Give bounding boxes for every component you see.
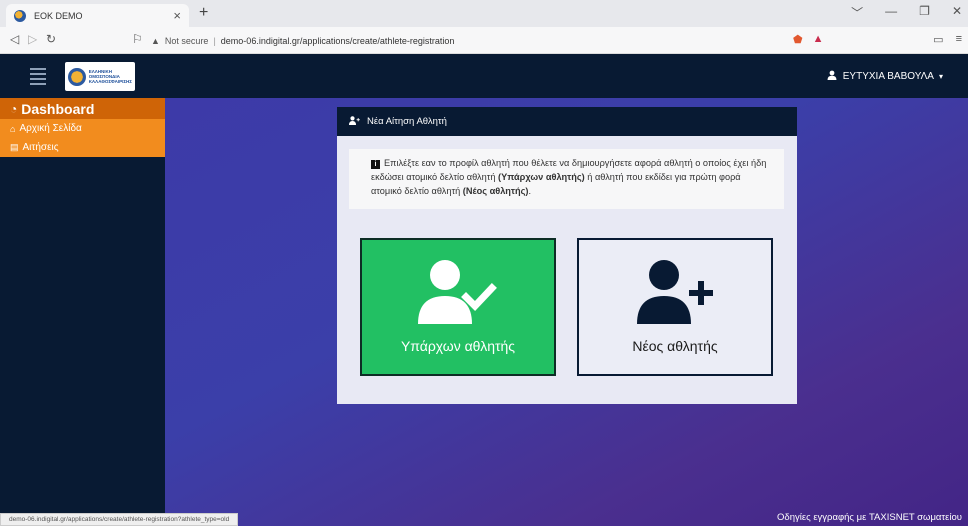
browser-right-icons: ▭ ≡ (933, 33, 962, 46)
browser-extension-icons: ⬟ ▲ (793, 33, 823, 46)
tab-close-icon[interactable]: × (173, 8, 181, 23)
browser-tab-strip: ΕΟΚ DEMO × + ﹀ — ❐ ✕ (0, 0, 968, 27)
card-title: Νέα Αίτηση Αθλητή (367, 116, 447, 127)
info-text-part: . (528, 186, 532, 196)
sidebar-item-label: Dashboard (21, 100, 95, 117)
wallet-icon[interactable]: ▭ (933, 33, 943, 46)
sidebar-item-label: Αιτήσεις (22, 142, 59, 153)
info-icon: i (371, 160, 380, 169)
main-content: Νέα Αίτηση Αθλητή i Επιλέξτε εαν το προφί… (165, 98, 968, 526)
menu-icon[interactable]: ≡ (956, 33, 962, 46)
new-application-card: Νέα Αίτηση Αθλητή i Επιλέξτε εαν το προφί… (337, 107, 797, 404)
address-bar[interactable]: ▲ Not secure | demo-06.indigital.gr/appl… (151, 31, 781, 50)
window-close-icon[interactable]: ✕ (952, 4, 962, 21)
forward-icon[interactable]: ▷ (28, 32, 37, 46)
browser-toolbar: ◁ ▷ ↻ ⚐ ▲ Not secure | demo-06.indigital… (0, 27, 968, 54)
new-athlete-label: Νέος αθλητής (632, 338, 718, 354)
user-name: ΕΥΤΥΧΙΑ ΒΑΒΟΥΛΑ (842, 71, 934, 82)
info-new-emphasis: (Νέος αθλητής) (462, 186, 529, 196)
user-plus-icon (637, 260, 713, 324)
existing-athlete-button[interactable]: Υπάρχων αθλητής (360, 238, 556, 376)
existing-athlete-label: Υπάρχων αθλητής (400, 338, 516, 354)
url-separator: | (213, 35, 216, 46)
card-header: Νέα Αίτηση Αθλητή (337, 107, 797, 136)
minimize-icon[interactable]: — (885, 4, 897, 21)
sidebar: ◔ Dashboard ⌂ Αρχική Σελίδα ▤ Αιτήσεις (0, 98, 165, 526)
home-icon: ⌂ (10, 123, 16, 134)
security-label: Not secure (164, 35, 209, 46)
federation-logo[interactable]: ΕΛΛΗΝΙΚΗ ΟΜΟΣΠΟΝΔΙΑ ΚΑΛΑΘΟΣΦΑΙΡΙΣΗΣ (65, 62, 135, 91)
status-bar-url: demo-06.indigital.gr/applications/create… (0, 513, 239, 526)
sidebar-item-dashboard[interactable]: ◔ Dashboard (0, 98, 165, 119)
sidebar-item-home[interactable]: ⌂ Αρχική Σελίδα (0, 119, 165, 138)
bookmark-icon[interactable]: ⚐ (132, 32, 143, 46)
tab-search-icon[interactable]: ﹀ (851, 4, 863, 21)
restore-icon[interactable]: ❐ (919, 4, 930, 21)
back-icon[interactable]: ◁ (10, 32, 19, 46)
document-icon: ▤ (10, 142, 19, 152)
logo-text: ΕΛΛΗΝΙΚΗ ΟΜΟΣΠΟΝΔΙΑ ΚΑΛΑΘΟΣΦΑΙΡΙΣΗΣ (88, 69, 132, 84)
chevron-down-icon: ▾ (938, 72, 943, 81)
tab-title: ΕΟΚ DEMO (34, 10, 83, 21)
logo-emblem-icon (68, 67, 86, 86)
sidebar-item-applications[interactable]: ▤ Αιτήσεις (0, 138, 165, 157)
user-check-icon (418, 260, 497, 324)
brave-rewards-icon[interactable]: ▲ (813, 33, 824, 46)
info-message: i Επιλέξτε εαν το προφίλ αθλητή που θέλετ… (349, 149, 784, 209)
user-icon (827, 70, 837, 83)
browser-tab[interactable]: ΕΟΚ DEMO × (6, 4, 189, 27)
reload-icon[interactable]: ↻ (46, 32, 56, 46)
dashboard-gauge-icon: ◔ (10, 101, 18, 116)
app-navbar: ΕΛΛΗΝΙΚΗ ΟΜΟΣΠΟΝΔΙΑ ΚΑΛΑΘΟΣΦΑΙΡΙΣΗΣ ΕΥΤΥ… (0, 54, 968, 98)
warning-icon: ▲ (151, 35, 160, 46)
new-tab-button[interactable]: + (199, 4, 208, 22)
user-menu[interactable]: ΕΥΤΥΧΙΑ ΒΑΒΟΥΛΑ ▾ (827, 70, 943, 83)
taxisnet-guide-link[interactable]: Οδηγίες εγγραφής με TAXISNET σωματείου (777, 512, 962, 523)
info-existing-emphasis: (Υπάρχων αθλητής) (498, 172, 585, 182)
window-controls: ﹀ — ❐ ✕ (851, 4, 962, 21)
sidebar-toggle-icon[interactable] (30, 66, 46, 86)
user-plus-icon (349, 115, 360, 128)
brave-shield-icon[interactable]: ⬟ (793, 33, 803, 46)
new-athlete-button[interactable]: Νέος αθλητής (577, 238, 773, 376)
url-text: demo-06.indigital.gr/applications/create… (220, 35, 455, 46)
site-favicon-icon (14, 9, 26, 22)
sidebar-item-label: Αρχική Σελίδα (19, 123, 82, 134)
